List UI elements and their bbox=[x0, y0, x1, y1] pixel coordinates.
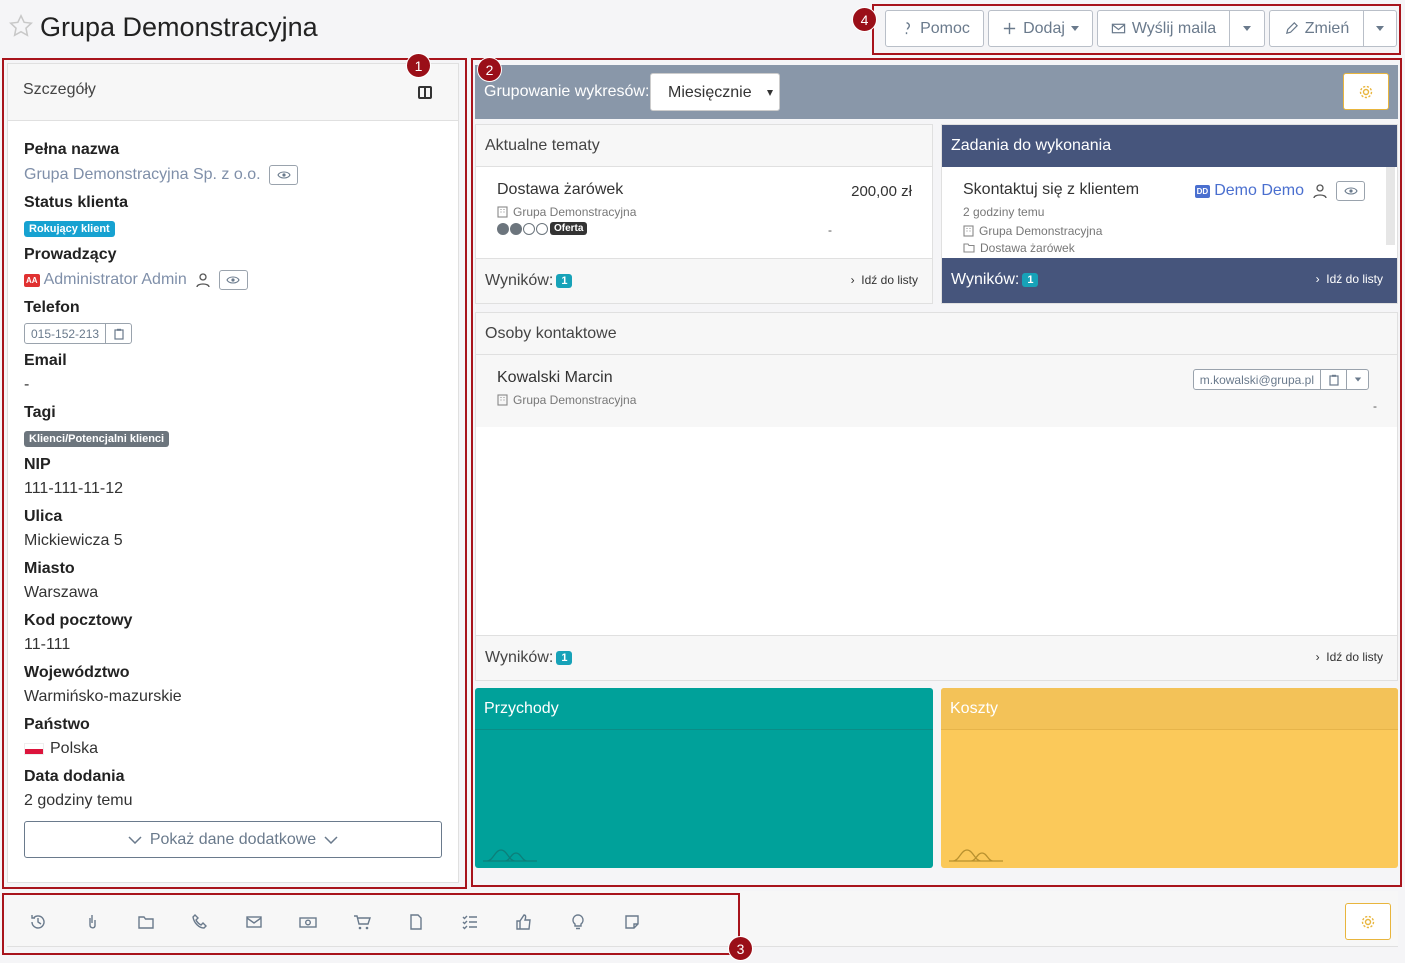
annotation-badge-2: 2 bbox=[477, 57, 502, 82]
annotation-badge-1: 1 bbox=[406, 53, 431, 78]
gear-icon bbox=[1361, 915, 1375, 928]
annotation-box-3 bbox=[2, 893, 740, 955]
annotation-badge-4: 4 bbox=[852, 7, 877, 32]
annotation-badge-3: 3 bbox=[728, 936, 753, 961]
favorite-star-icon[interactable] bbox=[8, 13, 34, 39]
annotation-box-2 bbox=[471, 58, 1402, 887]
annotation-box-4 bbox=[872, 4, 1401, 55]
page-title: Grupa Demonstracyjna bbox=[40, 12, 318, 42]
annotation-box-1 bbox=[2, 58, 467, 889]
activity-settings-button[interactable] bbox=[1345, 903, 1391, 940]
